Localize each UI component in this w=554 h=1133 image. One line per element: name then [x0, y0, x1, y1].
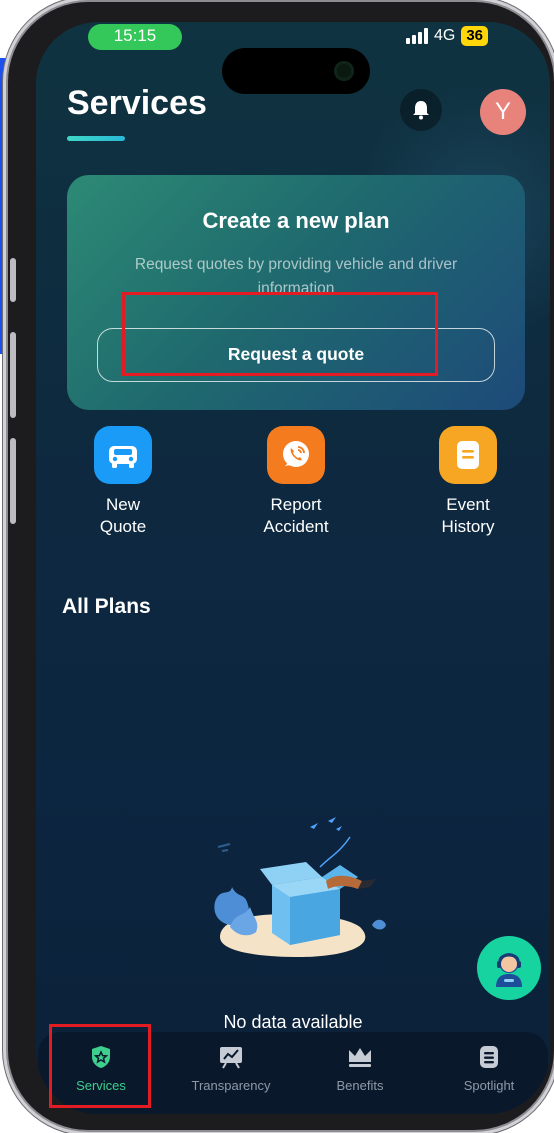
shield-star-icon — [92, 1046, 110, 1068]
chart-board-icon — [220, 1047, 242, 1069]
quick-action-label: Report Accident — [263, 495, 329, 536]
bottom-tab-bar: Services Transparency Benefits Spotlight — [38, 1032, 548, 1114]
quick-action-label: New Quote — [99, 495, 147, 536]
tab-label: Services — [76, 1078, 126, 1093]
page-title: Services — [67, 84, 207, 122]
battery-level: 36 — [461, 26, 489, 46]
car-icon — [94, 426, 152, 484]
tab-label: Spotlight — [463, 1078, 515, 1093]
status-time: 15:15 — [88, 24, 182, 50]
tab-label: Benefits — [336, 1078, 384, 1093]
app-screen: 15:15 4G 36 Services Y Create a new plan… — [36, 22, 550, 1114]
crown-icon — [349, 1048, 371, 1067]
tab-label: Transparency — [191, 1078, 271, 1093]
document-icon — [439, 426, 497, 484]
quick-action-report-accident[interactable]: Report Accident — [236, 426, 356, 538]
support-chat-button[interactable] — [477, 936, 541, 1000]
avatar[interactable]: Y — [480, 89, 526, 135]
mute-switch — [10, 258, 16, 302]
tab-transparency[interactable]: Transparency — [176, 1044, 286, 1093]
tab-benefits[interactable]: Benefits — [305, 1044, 415, 1093]
quick-action-event-history[interactable]: Event History — [408, 426, 528, 538]
request-quote-button[interactable]: Request a quote — [97, 328, 495, 382]
network-type: 4G — [434, 27, 456, 44]
empty-state-text: No data available — [223, 1012, 363, 1032]
all-plans-title: All Plans — [62, 595, 151, 618]
empty-box-illustration — [214, 817, 386, 957]
notification-button[interactable] — [400, 89, 442, 131]
card-title: Create a new plan — [202, 208, 390, 233]
tab-services[interactable]: Services — [46, 1044, 156, 1093]
volume-down-button — [10, 438, 16, 524]
list-icon — [480, 1046, 498, 1068]
quick-action-new-quote[interactable]: New Quote — [63, 426, 183, 538]
bell-icon — [413, 101, 429, 120]
card-description: Request quotes by providing vehicle and … — [134, 256, 458, 297]
signal-icon — [406, 28, 428, 44]
title-underline — [67, 136, 125, 141]
support-agent-icon — [496, 953, 522, 987]
tab-spotlight[interactable]: Spotlight — [434, 1044, 544, 1093]
status-indicators: 4G 36 — [406, 26, 489, 46]
camera-icon — [334, 61, 354, 81]
phone-icon — [267, 426, 325, 484]
volume-up-button — [10, 332, 16, 418]
create-plan-card: Create a new plan Request quotes by prov… — [67, 175, 525, 410]
phone-frame: 15:15 4G 36 Services Y Create a new plan… — [8, 2, 554, 1130]
quick-action-label: Event History — [441, 495, 495, 536]
dynamic-island — [222, 48, 370, 94]
